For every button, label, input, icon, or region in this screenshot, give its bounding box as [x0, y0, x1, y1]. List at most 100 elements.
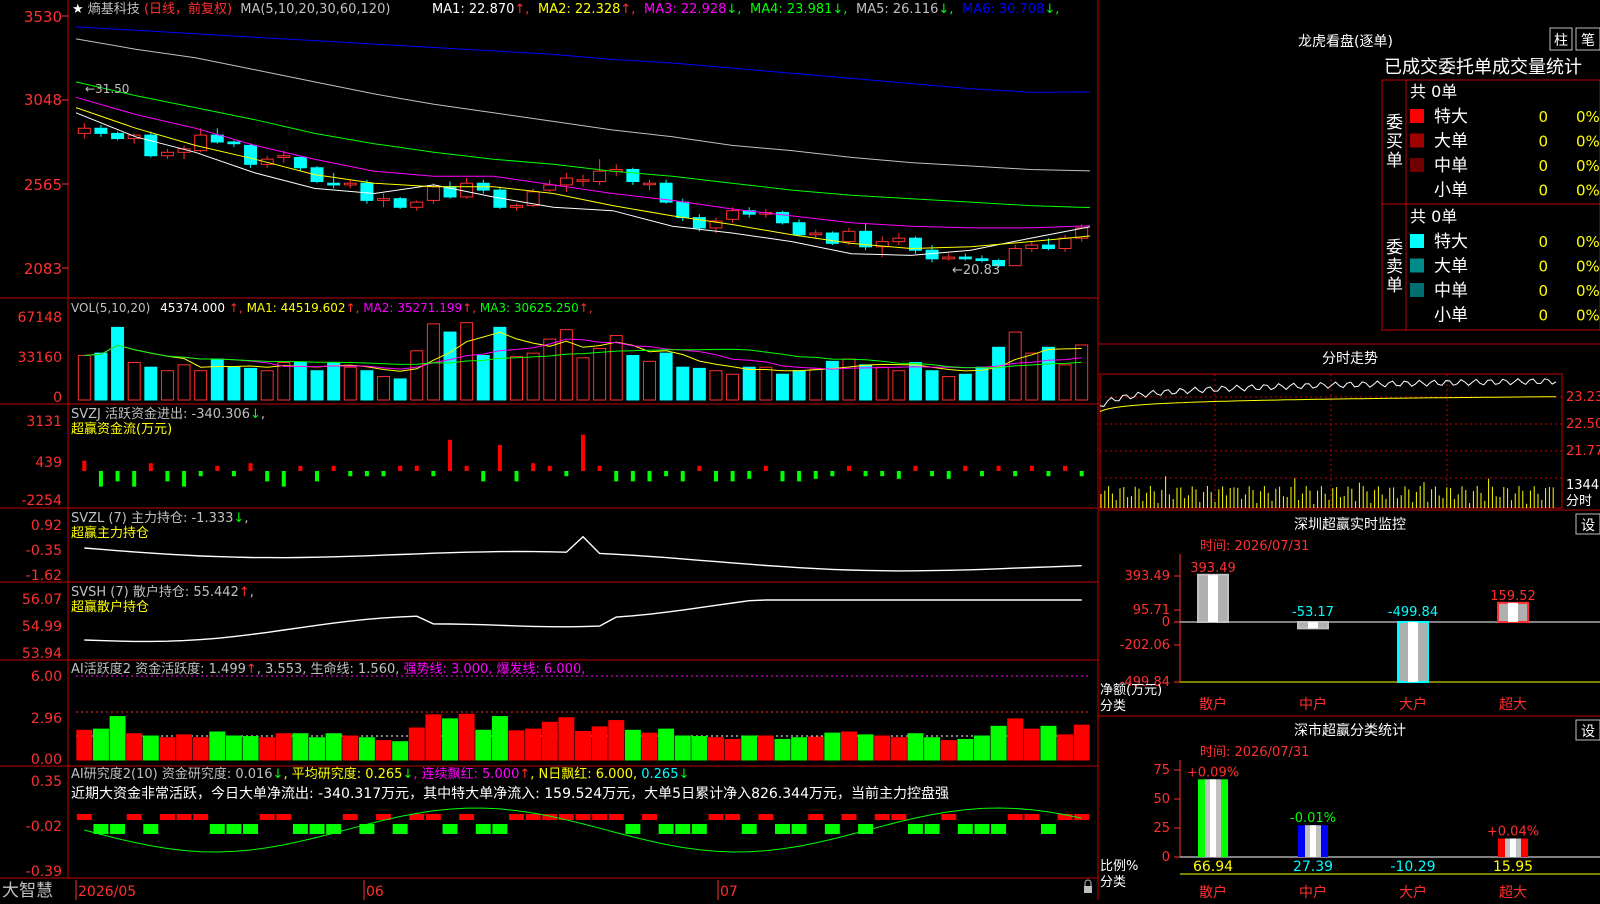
intraday-title: 分时走势: [1322, 351, 1378, 367]
activity-bar: [973, 735, 990, 761]
candle-body: [393, 198, 407, 208]
volume-bar: [393, 378, 407, 401]
activity-bar: [674, 735, 691, 761]
order-qty: 0: [1538, 133, 1548, 151]
classify-bars: +0.09% 66.94 散户 -0.01% 27.39 中户 -10.29 大户 +0.04%…: [1179, 760, 1600, 901]
monitor-time: 时间: 2026/07/31: [1200, 539, 1309, 554]
activity-bar: [824, 732, 841, 761]
fund-flow-bar: [780, 471, 785, 482]
candle-body: [1041, 244, 1055, 250]
monitor-category: 散户: [1199, 696, 1227, 713]
activity-bar: [275, 733, 292, 761]
candle-body: [510, 205, 523, 208]
order-swatch: [1410, 307, 1424, 322]
volume-bar: [526, 352, 540, 401]
activity-bar: [325, 733, 342, 761]
order-pct: 0%: [1576, 157, 1600, 175]
sell-side-char: 卖: [1386, 257, 1403, 277]
panel-frames: [0, 0, 1600, 900]
svsh-tick: 54.99: [22, 619, 62, 635]
research-bar: [608, 814, 624, 820]
research-bar: [226, 824, 242, 834]
order-swatch: [1410, 158, 1424, 172]
fund-flow-bar: [846, 465, 851, 471]
fund-flow-bar: [364, 471, 369, 477]
research-bar: [891, 814, 907, 820]
period-label: (日线，前复权): [144, 1, 232, 17]
volume-bar: [227, 366, 241, 401]
order-type: 小单: [1434, 181, 1468, 201]
volume-bar: [260, 370, 274, 401]
candle-body: [426, 186, 440, 201]
fund-flow-bar: [1079, 471, 1084, 477]
activity-bar: [691, 736, 708, 761]
volume-bar: [360, 370, 374, 401]
research-bar: [957, 824, 973, 834]
volume-bar: [659, 352, 673, 401]
volume-bar: [892, 370, 906, 401]
order-swatch: [1410, 258, 1424, 273]
order-type: 特大: [1434, 232, 1468, 252]
activity-bar: [209, 731, 226, 761]
fund-flow-bar: [115, 471, 120, 482]
volume-bar: [94, 352, 108, 401]
candle-body: [958, 256, 972, 260]
intraday-avg-line: [1099, 396, 1556, 412]
vol-tick: 0: [53, 390, 62, 406]
volume-bar: [77, 354, 91, 401]
vol-label: VOL(5,10,20): [71, 301, 150, 315]
volume-bar: [144, 366, 158, 401]
activity-bar: [192, 737, 209, 761]
research-bar: [243, 824, 259, 834]
ai-research-note: 近期大资金非常活跃，今日大单净流出: -340.317万元，其中特大单净流入: …: [71, 785, 949, 802]
column-mode-button[interactable]: 柱: [1549, 27, 1573, 51]
candle-body: [327, 182, 341, 186]
activity-bar: [940, 740, 957, 761]
volume-bar: [244, 367, 258, 401]
monitor-category: 中户: [1299, 696, 1327, 713]
date-tick: 06: [366, 884, 384, 900]
activity-bar: [142, 735, 159, 761]
lock-icon[interactable]: [1084, 879, 1092, 893]
ma-value-4: MA4: 23.981↓,: [750, 2, 847, 17]
activity-bar: [541, 721, 558, 761]
candle-body: [626, 168, 640, 183]
research-bar: [658, 824, 674, 834]
research-bar: [93, 824, 109, 834]
activity-bar: [807, 736, 824, 761]
order-pct: 0%: [1576, 258, 1600, 276]
activity-bar: [1023, 728, 1040, 761]
svzl-tick: -1.62: [26, 568, 62, 584]
vol-value: 45374.000: [160, 301, 225, 315]
activity-bar: [176, 734, 193, 761]
activity-bar: [708, 737, 724, 761]
research-bar: [209, 824, 225, 834]
classify-category-title: 分类: [1100, 875, 1126, 890]
classify-bar-core: [1210, 779, 1216, 857]
activity-bar: [774, 738, 791, 761]
classify-settings-button[interactable]: 设: [1575, 719, 1600, 741]
research-bar: [525, 814, 541, 820]
candle-body: [77, 127, 91, 134]
monitor-settings-button[interactable]: 设: [1575, 513, 1600, 535]
volume-bar: [327, 362, 341, 401]
research-bar: [326, 824, 342, 834]
fund-flow-bar: [863, 471, 868, 477]
monitor-bar-label: 393.49: [1190, 561, 1236, 576]
activity-bar: [475, 729, 492, 761]
classify-time: 时间: 2026/07/31: [1200, 745, 1309, 760]
tick-mode-button[interactable]: 笔: [1575, 27, 1600, 51]
classify-axis: 75 50 25 0: [1153, 763, 1180, 865]
candle-body: [410, 201, 424, 208]
activity-bar: [1040, 725, 1057, 761]
order-qty: 0: [1538, 258, 1548, 276]
ma-value-3: MA3: 22.928↓,: [644, 2, 741, 17]
activity-bar: [1073, 724, 1090, 761]
svzj-axis: 3131 439 -2254: [21, 414, 62, 509]
candle-body: [925, 249, 939, 260]
fund-flow-bar: [431, 471, 436, 477]
svg-text:设: 设: [1581, 724, 1595, 740]
fund-flow-bar: [414, 465, 419, 471]
volume-bar: [310, 370, 324, 401]
order-type: 大单: [1434, 257, 1468, 277]
